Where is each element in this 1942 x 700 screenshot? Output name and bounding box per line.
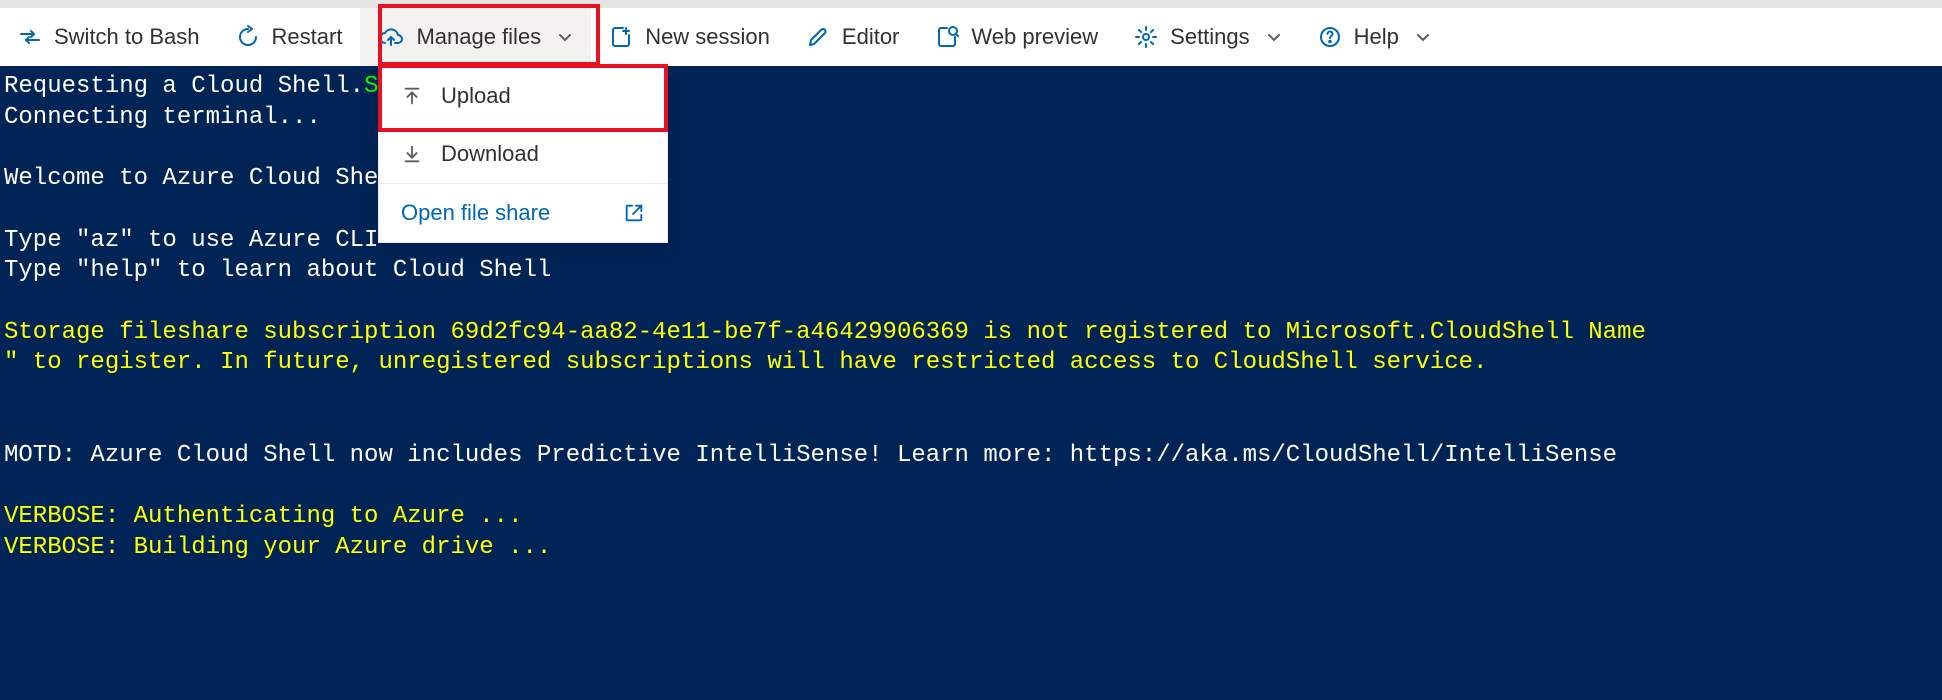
upload-label: Upload: [441, 83, 511, 109]
open-file-share-label: Open file share: [401, 200, 550, 226]
terminal-output[interactable]: Requesting a Cloud Shell.Su Connecting t…: [0, 66, 1942, 700]
external-link-icon: [623, 202, 645, 224]
editor-button[interactable]: Editor: [788, 8, 917, 66]
cloud-upload-icon: [378, 25, 404, 49]
editor-icon: [806, 25, 830, 49]
switch-to-bash-button[interactable]: Switch to Bash: [8, 8, 218, 66]
web-preview-button[interactable]: Web preview: [917, 8, 1116, 66]
terminal-line-warning: Storage fileshare subscription 69d2fc94-…: [4, 319, 1646, 346]
terminal-line-verbose: VERBOSE: Building your Azure drive ...: [4, 534, 551, 561]
switch-to-bash-label: Switch to Bash: [54, 24, 200, 50]
restart-button[interactable]: Restart: [218, 8, 361, 66]
web-preview-icon: [935, 25, 959, 49]
gear-icon: [1134, 25, 1158, 49]
new-session-label: New session: [645, 24, 770, 50]
manage-files-button[interactable]: Manage files: [360, 8, 591, 66]
upload-icon: [401, 85, 423, 107]
manage-files-label: Manage files: [416, 24, 541, 50]
terminal-line: Type "az" to use Azure CLI: [4, 227, 378, 254]
chevron-down-icon: [557, 29, 573, 45]
switch-icon: [18, 25, 42, 49]
terminal-line-warning: " to register. In future, unregistered s…: [4, 349, 1487, 376]
chevron-down-icon: [1266, 29, 1282, 45]
manage-files-dropdown: Upload Download Open file share: [378, 66, 668, 243]
help-button[interactable]: Help: [1300, 8, 1449, 66]
help-icon: [1318, 25, 1342, 49]
terminal-line: Requesting a Cloud Shell.: [4, 73, 364, 100]
terminal-line: Connecting terminal...: [4, 104, 321, 131]
download-icon: [401, 143, 423, 165]
terminal-line: MOTD: Azure Cloud Shell now includes Pre…: [4, 442, 1617, 469]
terminal-line: Type "help" to learn about Cloud Shell: [4, 257, 551, 284]
upload-menu-item[interactable]: Upload: [379, 67, 667, 125]
web-preview-label: Web preview: [971, 24, 1098, 50]
download-menu-item[interactable]: Download: [379, 125, 667, 183]
terminal-line: Welcome to Azure Cloud Shell: [4, 165, 407, 192]
settings-button[interactable]: Settings: [1116, 8, 1300, 66]
new-session-icon: [609, 25, 633, 49]
terminal-line-verbose: VERBOSE: Authenticating to Azure ...: [4, 503, 522, 530]
help-label: Help: [1354, 24, 1399, 50]
settings-label: Settings: [1170, 24, 1250, 50]
new-session-button[interactable]: New session: [591, 8, 788, 66]
open-file-share-menu-item[interactable]: Open file share: [379, 184, 667, 242]
cloud-shell-toolbar: Switch to Bash Restart Manage files: [0, 8, 1942, 66]
download-label: Download: [441, 141, 539, 167]
chevron-down-icon: [1415, 29, 1431, 45]
window-chrome-gap: [0, 0, 1942, 8]
restart-icon: [236, 25, 260, 49]
editor-label: Editor: [842, 24, 899, 50]
restart-label: Restart: [272, 24, 343, 50]
